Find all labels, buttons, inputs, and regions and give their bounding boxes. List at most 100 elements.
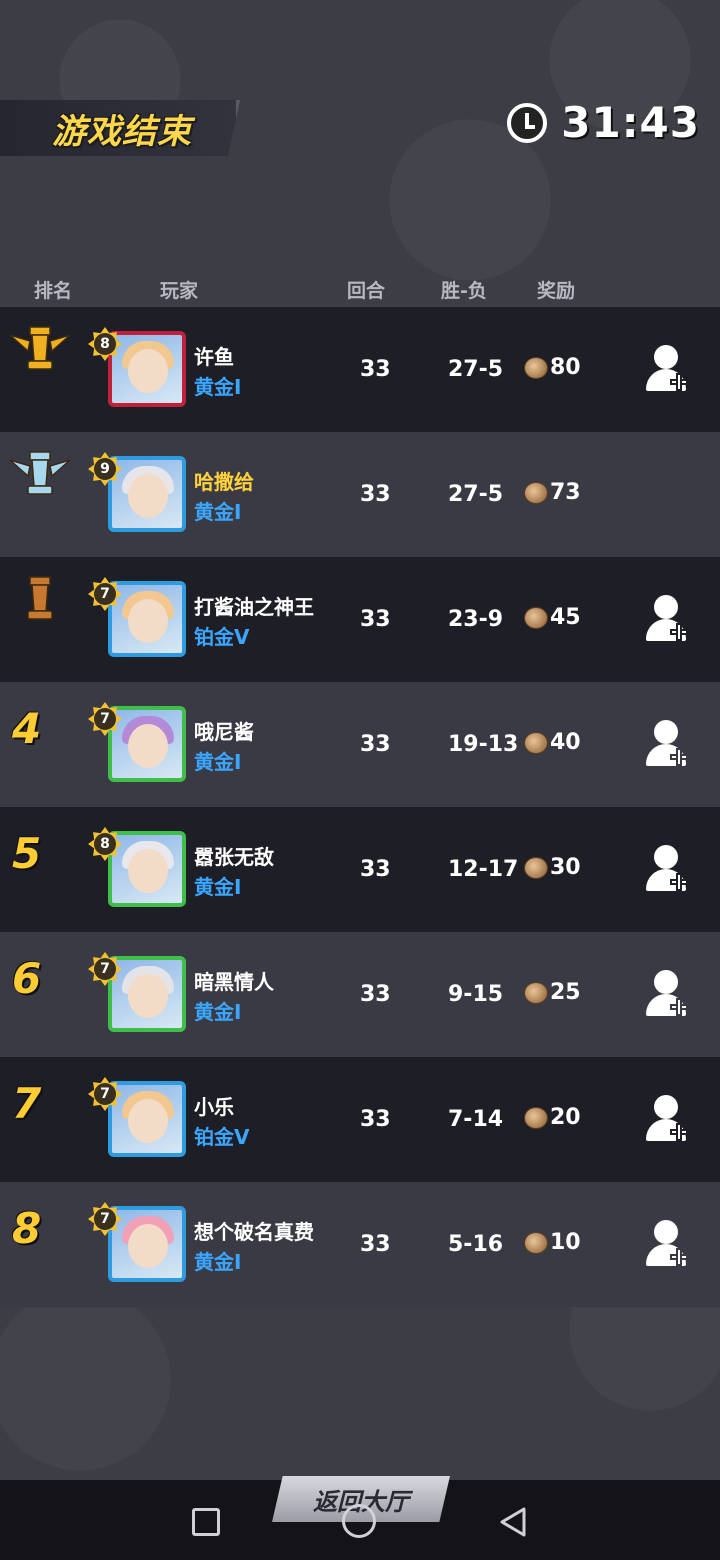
- rank-number: 6: [12, 954, 42, 1003]
- back-icon[interactable]: [498, 1506, 528, 1538]
- rounds-value: 33: [360, 732, 391, 757]
- rank-cell: [0, 317, 76, 387]
- add-friend-icon: [654, 970, 678, 994]
- player-name: 许鱼: [194, 345, 234, 369]
- player-row: 6 7 暗黑情人 黄金I 33 9-15 25: [0, 932, 720, 1057]
- leaderboard-list: 8 许鱼 黄金I 33 27-5 80 9 哈撒给 黄金I 33 27-5 73 7 打酱油之神王 铂金V 3…: [0, 307, 720, 1307]
- player-avatar[interactable]: 7: [88, 577, 188, 667]
- add-friend-button[interactable]: [646, 970, 692, 1020]
- coin-icon: [524, 1231, 548, 1254]
- player-avatar[interactable]: 7: [88, 1077, 188, 1167]
- player-avatar[interactable]: 8: [88, 327, 188, 417]
- plus-icon-vertical: [676, 373, 682, 391]
- add-friend-button[interactable]: [646, 720, 692, 770]
- player-row: 7 打酱油之神王 铂金V 33 23-9 45: [0, 557, 720, 682]
- player-avatar[interactable]: 7: [88, 952, 188, 1042]
- player-tier: 黄金I: [194, 1250, 242, 1274]
- player-row: 7 7 小乐 铂金V 33 7-14 20: [0, 1057, 720, 1182]
- reward-cell: 30: [524, 855, 581, 880]
- player-tier: 黄金I: [194, 750, 242, 774]
- reward-value: 73: [550, 480, 581, 505]
- plus-icon-vertical: [676, 1248, 682, 1266]
- reward-cell: 25: [524, 980, 581, 1005]
- clock-icon: [507, 102, 548, 143]
- plus-icon-vertical: [676, 623, 682, 641]
- page-title: 游戏结束: [52, 112, 192, 152]
- level-number: 7: [94, 708, 116, 730]
- reward-cell: 20: [524, 1105, 581, 1130]
- reward-value: 40: [550, 730, 581, 755]
- column-header-rank: 排名: [34, 280, 73, 302]
- player-tier: 黄金I: [194, 500, 242, 524]
- column-header-reward: 奖励: [537, 280, 576, 302]
- rounds-value: 33: [360, 482, 391, 507]
- rank-cell: 7: [0, 1067, 76, 1137]
- player-row: 8 许鱼 黄金I 33 27-5 80: [0, 307, 720, 432]
- avatar-face: [128, 599, 168, 643]
- avatar-face: [128, 349, 168, 393]
- player-tier: 铂金V: [194, 625, 250, 649]
- level-number: 7: [94, 1208, 116, 1230]
- winloss-value: 7-14: [448, 1107, 504, 1132]
- add-friend-button[interactable]: [646, 595, 692, 645]
- add-friend-button[interactable]: [646, 845, 692, 895]
- game-timer: 31:43: [507, 98, 700, 147]
- avatar-face: [128, 724, 168, 768]
- home-icon[interactable]: [342, 1504, 376, 1538]
- coin-icon: [524, 1106, 548, 1129]
- player-tier: 黄金I: [194, 875, 242, 899]
- silver-trophy-icon: [9, 451, 71, 495]
- winloss-value: 5-16: [448, 1232, 504, 1257]
- player-tier: 黄金I: [194, 1000, 242, 1024]
- winloss-value: 23-9: [448, 607, 504, 632]
- rounds-value: 33: [360, 1107, 391, 1132]
- player-avatar[interactable]: 7: [88, 1202, 188, 1292]
- rank-number: 8: [12, 1204, 42, 1253]
- recent-apps-icon[interactable]: [192, 1508, 220, 1536]
- rank-number: 7: [12, 1079, 42, 1128]
- coin-icon: [524, 356, 548, 379]
- bronze-trophy-icon: [27, 576, 53, 620]
- player-avatar[interactable]: 7: [88, 702, 188, 792]
- plus-icon-vertical: [676, 873, 682, 891]
- add-friend-button[interactable]: [646, 1095, 692, 1145]
- avatar-face: [128, 849, 168, 893]
- column-headers: 排名 玩家 回合 胜-负 奖励: [0, 276, 720, 306]
- reward-value: 45: [550, 605, 581, 630]
- reward-cell: 73: [524, 480, 581, 505]
- winloss-value: 19-13: [448, 732, 519, 757]
- reward-cell: 40: [524, 730, 581, 755]
- avatar-face: [128, 974, 168, 1018]
- column-header-winloss: 胜-负: [441, 280, 487, 302]
- column-header-player: 玩家: [160, 280, 199, 302]
- rounds-value: 33: [360, 982, 391, 1007]
- add-friend-icon: [654, 1220, 678, 1244]
- plus-icon-vertical: [676, 748, 682, 766]
- level-number: 8: [94, 333, 116, 355]
- player-name: 哦尼酱: [194, 720, 254, 744]
- player-avatar[interactable]: 8: [88, 827, 188, 917]
- reward-value: 20: [550, 1105, 581, 1130]
- rank-cell: 4: [0, 692, 76, 762]
- rank-cell: [0, 567, 76, 637]
- reward-value: 30: [550, 855, 581, 880]
- player-name: 嚣张无敌: [194, 845, 274, 869]
- rounds-value: 33: [360, 357, 391, 382]
- rank-cell: [0, 442, 76, 512]
- plus-icon-vertical: [676, 1123, 682, 1141]
- winloss-value: 27-5: [448, 357, 504, 382]
- player-tier: 铂金V: [194, 1125, 250, 1149]
- player-avatar[interactable]: 9: [88, 452, 188, 542]
- rounds-value: 33: [360, 1232, 391, 1257]
- reward-cell: 10: [524, 1230, 581, 1255]
- coin-icon: [524, 981, 548, 1004]
- add-friend-icon: [654, 845, 678, 869]
- add-friend-icon: [654, 345, 678, 369]
- column-header-rounds: 回合: [347, 280, 386, 302]
- add-friend-button[interactable]: [646, 345, 692, 395]
- add-friend-icon: [654, 1095, 678, 1119]
- level-number: 7: [94, 583, 116, 605]
- add-friend-button[interactable]: [646, 1220, 692, 1270]
- player-name: 暗黑情人: [194, 970, 274, 994]
- rank-cell: 5: [0, 817, 76, 887]
